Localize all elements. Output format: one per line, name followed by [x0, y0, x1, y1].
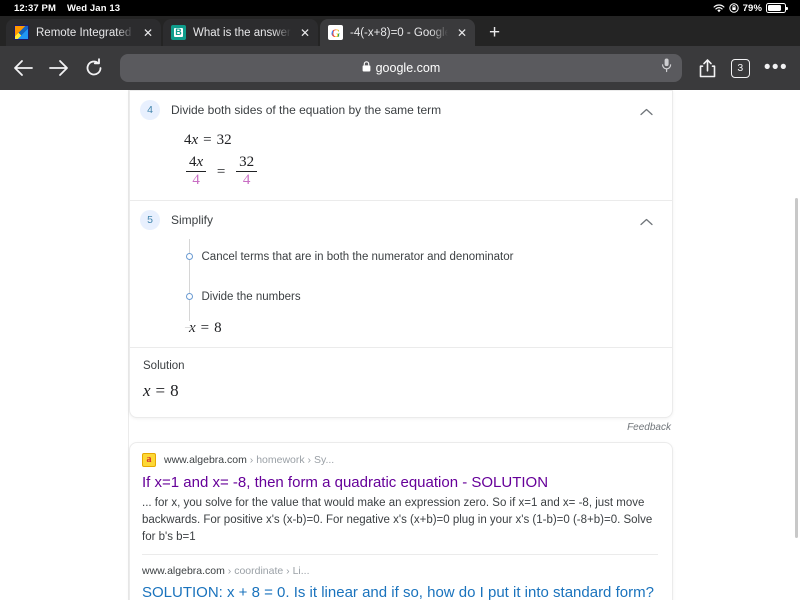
fraction-num-coef: 4 — [189, 154, 197, 170]
microphone-icon[interactable] — [661, 58, 672, 79]
substep-label: Divide the numbers — [201, 290, 301, 303]
result-breadcrumb: › homework › Sy... — [246, 453, 335, 466]
eq-sign: = — [203, 132, 212, 148]
tab-count-button[interactable]: 3 — [730, 58, 750, 78]
math-solver-card: 4 Divide both sides of the equation by t… — [129, 90, 673, 418]
fraction-right: 32 4 — [236, 154, 258, 189]
chevron-up-icon[interactable] — [640, 103, 654, 121]
status-date: Wed Jan 13 — [67, 2, 121, 14]
feedback-link[interactable]: Feedback — [129, 418, 673, 442]
lock-icon — [362, 59, 371, 77]
substep-item[interactable]: Cancel terms that are in both the numera… — [184, 237, 654, 277]
tab-title: What is the answer here a — [193, 26, 291, 39]
search-result[interactable]: www.algebra.com › coordinate › Li... SOL… — [142, 554, 658, 600]
page-scrollbar[interactable] — [795, 198, 798, 538]
result-source: a www.algebra.com › homework › Sy... — [142, 452, 658, 467]
result-value: 8 — [214, 319, 222, 336]
reload-icon[interactable] — [84, 58, 104, 78]
step-4-equation-2: 4x 4 = 32 4 — [140, 151, 654, 192]
eq-rhs: 32 — [216, 132, 232, 148]
status-time: 12:37 PM — [14, 2, 56, 14]
result-domain: www.algebra.com — [164, 453, 247, 466]
rotation-lock-icon — [728, 3, 739, 13]
result-source: www.algebra.com › coordinate › Li... — [142, 565, 658, 577]
fraction-denominator: 4 — [192, 171, 200, 188]
fraction-num-var: x — [196, 154, 204, 170]
solver-step-5[interactable]: 5 Simplify Cancel terms that are in both… — [130, 199, 672, 347]
result-snippet: ... for x, you solve for the value that … — [142, 497, 653, 543]
fraction-numerator: 32 — [239, 154, 255, 170]
tab-close-icon[interactable]: ✕ — [298, 27, 312, 39]
search-result[interactable]: a www.algebra.com › homework › Sy... If … — [142, 452, 658, 555]
share-icon[interactable] — [698, 58, 717, 79]
step-title: Simplify — [171, 212, 214, 227]
substep-item[interactable]: Divide the numbers — [184, 277, 654, 317]
address-bar[interactable]: google.com — [120, 54, 682, 82]
tab-close-icon[interactable]: ✕ — [455, 27, 469, 39]
browser-tab[interactable]: What is the answer here a ✕ — [163, 19, 318, 46]
battery-percent: 79% — [742, 2, 762, 14]
tab-close-icon[interactable]: ✕ — [141, 27, 155, 39]
eq-sign: = — [216, 163, 226, 180]
battery-icon — [766, 3, 788, 13]
ios-status-bar: 12:37 PM Wed Jan 13 79% — [0, 0, 800, 16]
brainly-favicon — [171, 25, 186, 40]
algebra-com-favicon: a — [142, 452, 156, 467]
solution-label: Solution — [143, 359, 185, 372]
browser-toolbar: google.com 3 ••• — [0, 46, 800, 90]
fraction-denominator: 4 — [242, 171, 251, 188]
substep-timeline: Cancel terms that are in both the numera… — [140, 231, 654, 345]
eq-sign: = — [155, 380, 166, 400]
web-page-viewport: 4 Divide both sides of the equation by t… — [0, 90, 800, 600]
browser-tab-active[interactable]: G -4(-x+8)=0 - Google Sea ✕ — [320, 19, 475, 46]
tab-strip: Remote Integrated Math ✕ What is the ans… — [0, 16, 800, 46]
timeline-arrow-icon — [184, 321, 195, 328]
more-options-button[interactable]: ••• — [764, 58, 788, 77]
tab-title: -4(-x+8)=0 - Google Sea — [350, 26, 448, 39]
back-arrow-icon[interactable] — [12, 58, 34, 78]
favicon-letter: a — [146, 453, 152, 465]
step-number-badge: 4 — [140, 100, 160, 120]
result-domain: www.algebra.com — [142, 565, 225, 578]
result-title-link[interactable]: If x=1 and x= -8, then form a quadratic … — [142, 467, 658, 496]
browser-tab[interactable]: Remote Integrated Math ✕ — [6, 19, 161, 46]
substep-label: Cancel terms that are in both the numera… — [201, 250, 514, 263]
fraction-left: 4x 4 — [186, 154, 207, 189]
step-4-equation-1: 4x = 32 — [140, 121, 654, 151]
chevron-up-icon[interactable] — [640, 213, 654, 231]
step-number-badge: 5 — [140, 209, 160, 230]
wifi-icon — [713, 3, 725, 13]
eq-sign: = — [200, 319, 210, 336]
eq-variable: x — [191, 132, 199, 148]
step-title: Divide both sides of the equation by the… — [171, 103, 442, 117]
forward-arrow-icon[interactable] — [48, 58, 70, 78]
solution-value: 8 — [170, 380, 179, 400]
solver-step-4[interactable]: 4 Divide both sides of the equation by t… — [130, 90, 672, 200]
math-site-favicon — [14, 25, 29, 40]
result-url: www.algebra.com › coordinate › Li... — [142, 565, 310, 577]
result-url: www.algebra.com › homework › Sy... — [164, 454, 334, 466]
solution-variable: x — [143, 380, 151, 400]
page-content: 4 Divide both sides of the equation by t… — [129, 90, 673, 600]
address-bar-url: google.com — [375, 61, 441, 75]
substep-dot-icon — [185, 253, 193, 261]
substep-dot-icon — [185, 293, 193, 301]
browser-window: 12:37 PM Wed Jan 13 79% Remote Integrate… — [0, 0, 800, 600]
eq-coefficient: 4 — [184, 132, 192, 148]
solution-equation: x = 8 — [143, 372, 654, 401]
new-tab-button[interactable]: + — [477, 23, 510, 46]
tab-title: Remote Integrated Math — [36, 26, 134, 39]
result-title-link[interactable]: SOLUTION: x + 8 = 0. Is it linear and if… — [142, 577, 658, 600]
search-results-card: a www.algebra.com › homework › Sy... If … — [129, 441, 673, 600]
solution-section: Solution x = 8 — [130, 346, 672, 417]
google-favicon: G — [328, 25, 343, 40]
result-breadcrumb: › coordinate › Li... — [224, 565, 310, 578]
step-5-result: x = 8 — [184, 317, 654, 341]
